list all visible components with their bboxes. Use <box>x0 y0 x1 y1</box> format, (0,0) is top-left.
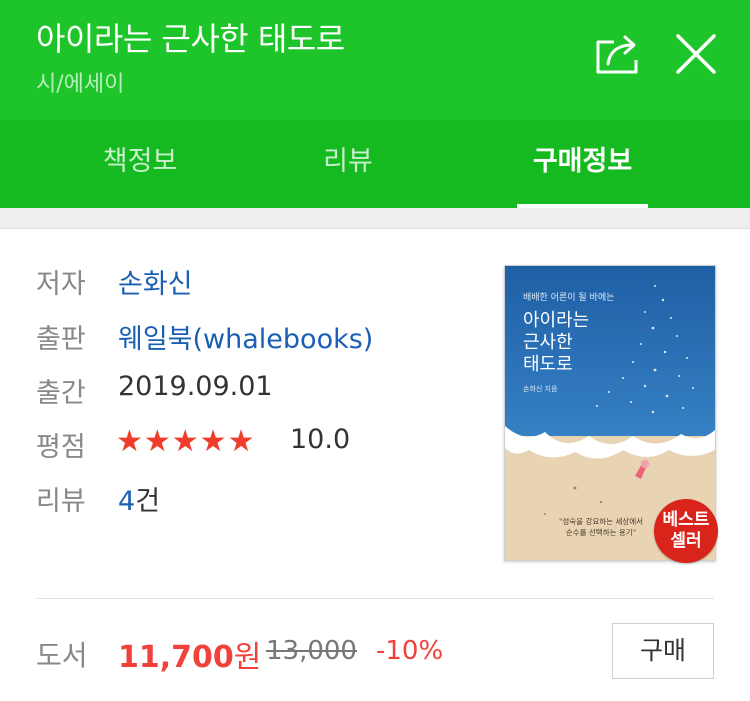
share-icon <box>596 35 638 74</box>
cover-title: 아이라는 근사한 태도로 <box>523 310 589 376</box>
sale-price-amount: 11,700 <box>118 640 234 675</box>
sale-price-unit: 원 <box>233 640 262 675</box>
cover-title-line: 태도로 <box>523 354 573 375</box>
rating-stars: ★★★★★ <box>116 424 256 459</box>
section-divider <box>0 208 750 229</box>
book-title: 아이라는 근사한 태도로 <box>36 20 345 58</box>
review-count-number[interactable]: 4 <box>118 486 135 517</box>
cover-author: 손화신 지음 <box>523 385 558 393</box>
review-label: 리뷰 <box>36 486 86 517</box>
badge-line: 베스트 <box>662 510 710 530</box>
review-count[interactable]: 4건 <box>118 479 160 518</box>
buy-button[interactable]: 구매 <box>612 623 714 679</box>
book-category: 시/에세이 <box>36 72 125 97</box>
rating-label: 평점 <box>36 432 86 463</box>
review-count-unit: 건 <box>135 486 161 517</box>
discount-rate: -10% <box>376 636 444 666</box>
tab-bar: 책정보 리뷰 구매정보 <box>0 120 750 208</box>
tab-book-info[interactable]: 책정보 <box>60 120 220 208</box>
cover-title-line: 근사한 <box>523 332 573 353</box>
author-label: 저자 <box>36 269 86 300</box>
publisher-link[interactable]: 웨일북(whalebooks) <box>118 317 373 356</box>
tab-purchase-info[interactable]: 구매정보 <box>500 120 665 208</box>
sale-price: 11,700원 <box>118 632 261 676</box>
publisher-label: 출판 <box>36 324 86 355</box>
cover-title-line: 아이라는 <box>523 310 590 331</box>
cover-tagline: 배배한 어른이 될 바에는 <box>523 293 615 303</box>
publish-date-label: 출간 <box>36 378 86 409</box>
tab-reviews[interactable]: 리뷰 <box>270 120 426 208</box>
publish-date: 2019.09.01 <box>118 371 273 402</box>
close-button[interactable] <box>672 30 720 78</box>
share-button[interactable] <box>592 30 644 78</box>
author-link[interactable]: 손화신 <box>118 262 193 301</box>
price-separator <box>36 598 714 599</box>
original-price: 13,000 <box>266 636 357 666</box>
close-icon <box>676 34 716 74</box>
rating-score: 10.0 <box>290 424 351 455</box>
price-type-label: 도서 <box>36 639 88 672</box>
badge-line: 셀러 <box>670 531 702 551</box>
app-header: 아이라는 근사한 태도로 시/에세이 <box>0 0 750 120</box>
bestseller-badge: 베스트 셀러 <box>654 499 718 563</box>
